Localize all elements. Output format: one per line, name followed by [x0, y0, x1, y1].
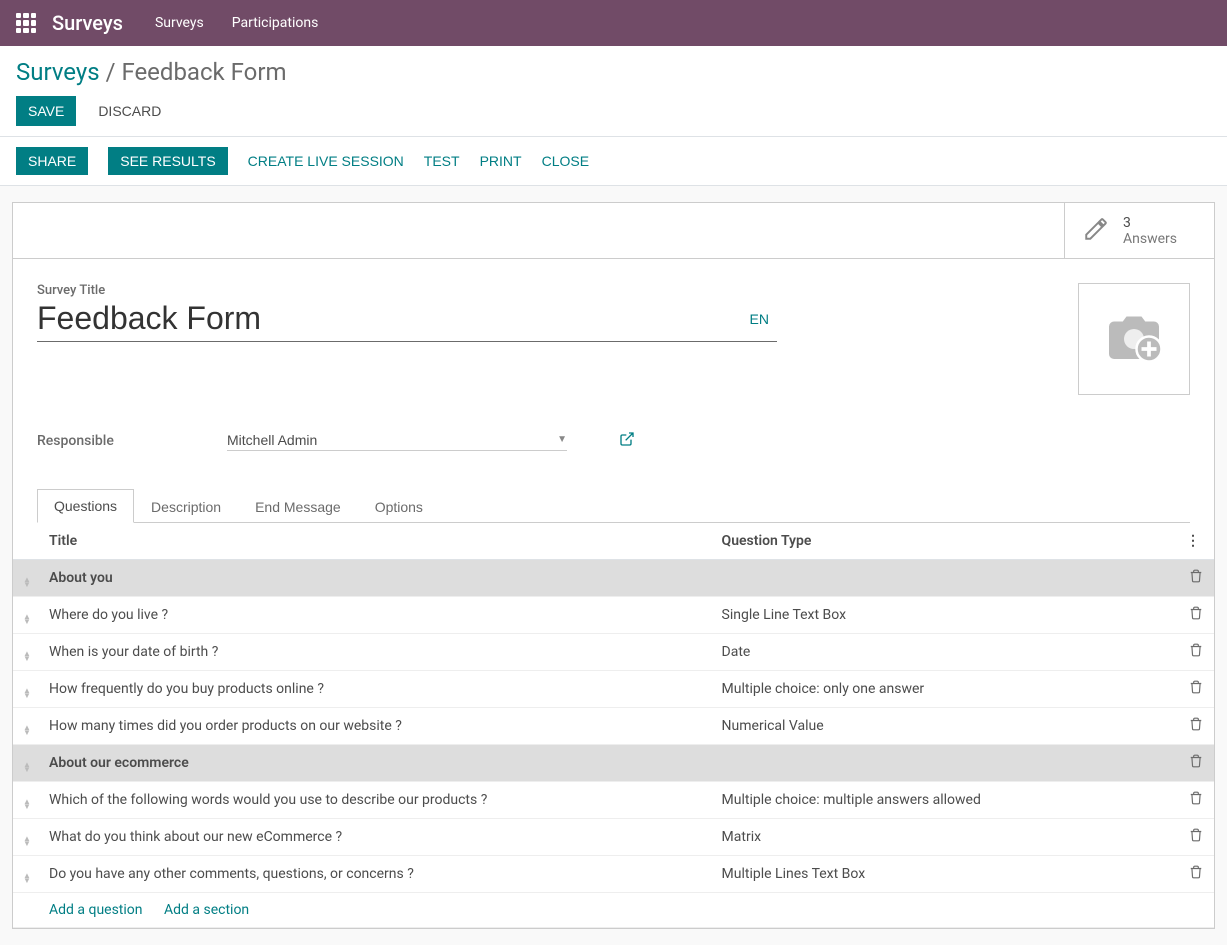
external-link-icon[interactable] — [619, 431, 635, 451]
chevron-down-icon[interactable]: ▼ — [557, 434, 567, 445]
drag-handle-icon[interactable]: ▲▼ — [23, 614, 31, 624]
col-header-title[interactable]: Title — [41, 523, 714, 560]
responsible-label: Responsible — [37, 433, 187, 449]
action-bar: SHARE SEE RESULTS CREATE LIVE SESSION TE… — [0, 136, 1227, 186]
survey-title-label: Survey Title — [37, 283, 777, 298]
table-row[interactable]: ▲▼ When is your date of birth ?Date — [13, 634, 1214, 671]
delete-row-button[interactable] — [1178, 708, 1214, 745]
topnav: Surveys Surveys Participations — [0, 0, 1227, 46]
drag-handle-icon[interactable]: ▲▼ — [23, 873, 31, 883]
save-button[interactable]: SAVE — [16, 96, 76, 126]
add-section-link[interactable]: Add a section — [164, 902, 249, 918]
tab-description[interactable]: Description — [134, 489, 238, 523]
share-button[interactable]: SHARE — [16, 147, 88, 175]
delete-row-button[interactable] — [1178, 671, 1214, 708]
delete-row-button[interactable] — [1178, 856, 1214, 893]
row-title[interactable]: What do you think about our new eCommerc… — [41, 819, 714, 856]
drag-handle[interactable]: ▲▼ — [13, 819, 41, 856]
row-type[interactable]: Matrix — [714, 819, 1178, 856]
table-row[interactable]: ▲▼ About our ecommerce — [13, 745, 1214, 782]
breadcrumb-root[interactable]: Surveys — [16, 58, 100, 86]
close-button[interactable]: CLOSE — [542, 153, 589, 169]
nav-link-surveys[interactable]: Surveys — [155, 15, 204, 31]
delete-row-button[interactable] — [1178, 819, 1214, 856]
breadcrumb-bar: Surveys / Feedback Form SAVE DISCARD — [0, 46, 1227, 136]
drag-handle[interactable]: ▲▼ — [13, 745, 41, 782]
row-type[interactable]: Numerical Value — [714, 708, 1178, 745]
table-row[interactable]: ▲▼ About you — [13, 560, 1214, 597]
drag-handle[interactable]: ▲▼ — [13, 708, 41, 745]
table-row[interactable]: ▲▼ What do you think about our new eComme… — [13, 819, 1214, 856]
drag-handle[interactable]: ▲▼ — [13, 634, 41, 671]
row-title[interactable]: Do you have any other comments, question… — [41, 856, 714, 893]
language-button[interactable]: EN — [742, 305, 777, 333]
drag-handle-icon[interactable]: ▲▼ — [23, 836, 31, 846]
drag-handle[interactable]: ▲▼ — [13, 856, 41, 893]
test-button[interactable]: TEST — [424, 153, 460, 169]
row-type[interactable]: Multiple choice: multiple answers allowe… — [714, 782, 1178, 819]
drag-handle[interactable]: ▲▼ — [13, 782, 41, 819]
drag-handle[interactable]: ▲▼ — [13, 671, 41, 708]
drag-handle-icon[interactable]: ▲▼ — [23, 725, 31, 735]
print-button[interactable]: PRINT — [480, 153, 522, 169]
drag-handle[interactable]: ▲▼ — [13, 560, 41, 597]
image-upload[interactable] — [1078, 283, 1190, 395]
tab-questions[interactable]: Questions — [37, 489, 134, 523]
col-header-type[interactable]: Question Type — [714, 523, 1178, 560]
breadcrumb-current: Feedback Form — [121, 58, 286, 86]
delete-row-button[interactable] — [1178, 745, 1214, 782]
drag-handle-icon[interactable]: ▲▼ — [23, 762, 31, 772]
questions-table: Title Question Type ⋮ ▲▼ About you ▲▼ Where… — [13, 523, 1214, 928]
app-title[interactable]: Surveys — [52, 11, 123, 35]
tab-end-message[interactable]: End Message — [238, 489, 358, 523]
drag-handle-icon[interactable]: ▲▼ — [23, 577, 31, 587]
row-type[interactable]: Date — [714, 634, 1178, 671]
tabs: Questions Description End Message Option… — [37, 489, 1190, 523]
drag-handle-icon[interactable]: ▲▼ — [23, 799, 31, 809]
row-type[interactable]: Multiple choice: only one answer — [714, 671, 1178, 708]
table-row[interactable]: ▲▼ Which of the following words would you… — [13, 782, 1214, 819]
drag-handle-icon[interactable]: ▲▼ — [23, 651, 31, 661]
answers-count: 3 — [1123, 215, 1177, 231]
answers-label: Answers — [1123, 231, 1177, 247]
drag-handle-icon[interactable]: ▲▼ — [23, 688, 31, 698]
delete-row-button[interactable] — [1178, 782, 1214, 819]
table-row[interactable]: ▲▼ Where do you live ?Single Line Text Bo… — [13, 597, 1214, 634]
pencil-square-icon — [1083, 216, 1109, 246]
delete-row-button[interactable] — [1178, 597, 1214, 634]
row-title[interactable]: How frequently do you buy products onlin… — [41, 671, 714, 708]
responsible-input[interactable] — [227, 432, 557, 448]
apps-icon[interactable] — [16, 13, 36, 33]
row-type[interactable]: Multiple Lines Text Box — [714, 856, 1178, 893]
create-live-button[interactable]: CREATE LIVE SESSION — [248, 153, 404, 169]
table-row[interactable]: ▲▼ How frequently do you buy products onl… — [13, 671, 1214, 708]
breadcrumb: Surveys / Feedback Form — [16, 58, 1211, 86]
tab-options[interactable]: Options — [358, 489, 440, 523]
responsible-field[interactable]: ▼ — [227, 432, 567, 451]
breadcrumb-sep: / — [100, 58, 122, 86]
row-title[interactable]: Which of the following words would you u… — [41, 782, 714, 819]
row-title[interactable]: About our ecommerce — [41, 745, 1178, 782]
row-title[interactable]: When is your date of birth ? — [41, 634, 714, 671]
answers-stat-button[interactable]: 3 Answers — [1064, 203, 1214, 259]
discard-button[interactable]: DISCARD — [86, 96, 173, 126]
table-row[interactable]: ▲▼ Do you have any other comments, questi… — [13, 856, 1214, 893]
row-title[interactable]: Where do you live ? — [41, 597, 714, 634]
survey-title-input[interactable] — [37, 300, 742, 337]
row-type[interactable]: Single Line Text Box — [714, 597, 1178, 634]
delete-row-button[interactable] — [1178, 560, 1214, 597]
row-title[interactable]: About you — [41, 560, 1178, 597]
drag-handle[interactable]: ▲▼ — [13, 597, 41, 634]
add-question-link[interactable]: Add a question — [49, 902, 143, 918]
form-sheet: 3 Answers Survey Title EN Res — [12, 202, 1215, 929]
columns-menu-icon[interactable]: ⋮ — [1178, 523, 1214, 560]
delete-row-button[interactable] — [1178, 634, 1214, 671]
row-title[interactable]: How many times did you order products on… — [41, 708, 714, 745]
table-row[interactable]: ▲▼ How many times did you order products … — [13, 708, 1214, 745]
nav-link-participations[interactable]: Participations — [232, 15, 319, 31]
see-results-button[interactable]: SEE RESULTS — [108, 147, 227, 175]
